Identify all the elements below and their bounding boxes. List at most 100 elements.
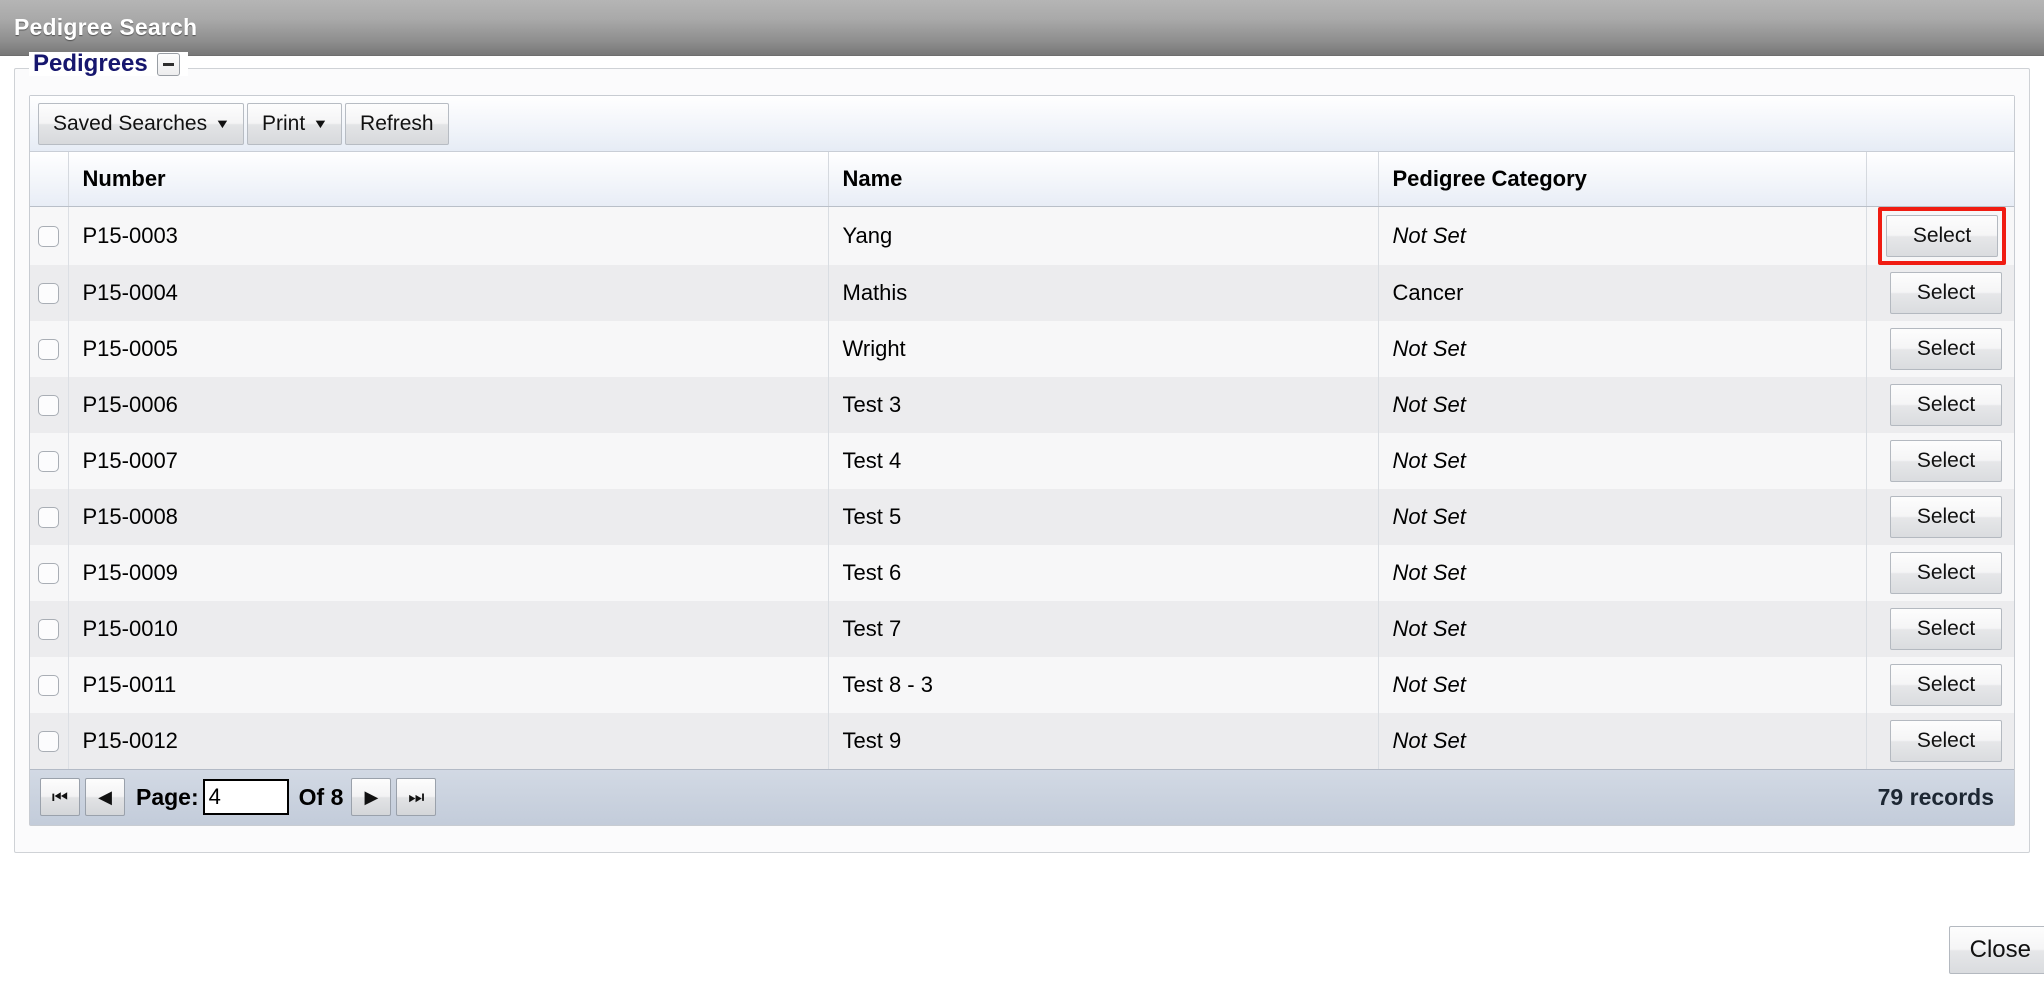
row-checkbox[interactable] [38,731,60,753]
select-button[interactable]: Select [1890,663,2002,706]
column-header-checkbox [30,152,69,207]
table-row[interactable]: P15-0005 Wright Not Set Select [30,320,2014,377]
grid-pager: ⏮ ◀ Page: Of 8 ▶ ⏭ 79 records [30,768,2014,825]
print-label: Print [261,111,306,135]
cell-pedigree-category: Not Set [1378,544,1867,601]
row-checkbox[interactable] [38,563,60,585]
row-checkbox[interactable] [38,226,60,248]
page-number-input[interactable] [202,779,289,815]
select-button-wrapper: Select [1886,324,2006,374]
cell-pedigree-category: Not Set [1378,600,1867,657]
cell-pedigree-category: Not Set [1378,712,1867,769]
select-button-wrapper: Select [1886,380,2006,430]
row-checkbox[interactable] [38,507,60,529]
row-checkbox-cell [30,376,69,433]
table-row[interactable]: P15-0004 Mathis Cancer Select [30,264,2014,321]
select-button[interactable]: Select [1890,327,2002,370]
pedigrees-legend: Pedigrees [29,52,188,76]
row-checkbox-cell [30,600,69,657]
cell-action: Select [1866,600,2014,657]
cell-name: Yang [828,206,1379,265]
row-checkbox-cell [30,432,69,489]
page-total-label: Of 8 [298,783,344,810]
table-row[interactable]: P15-0007 Test 4 Not Set Select [30,432,2014,489]
pedigrees-fieldset: Pedigrees Saved Searches ▼ Print ▼ Refre… [14,52,2030,853]
panel-container: Pedigrees Saved Searches ▼ Print ▼ Refre… [0,52,2044,853]
cell-number: P15-0008 [68,488,829,545]
chevron-down-icon: ▼ [312,116,329,131]
column-header-action [1866,152,2014,207]
cell-action: Select [1866,206,2014,265]
cell-action: Select [1866,488,2014,545]
select-button-wrapper: Select [1886,492,2006,542]
saved-searches-button[interactable]: Saved Searches ▼ [38,102,244,145]
row-checkbox-cell [30,488,69,545]
cell-action: Select [1866,264,2014,321]
dialog-footer: Close [0,926,2044,974]
saved-searches-label: Saved Searches [53,111,208,135]
row-checkbox-cell [30,544,69,601]
table-row[interactable]: P15-0010 Test 7 Not Set Select [30,600,2014,657]
cell-name: Mathis [828,264,1379,321]
table-row[interactable]: P15-0003 Yang Not Set Select [30,206,2014,265]
select-button-wrapper: Select [1886,436,2006,486]
row-checkbox[interactable] [38,339,60,361]
cell-pedigree-category: Not Set [1378,206,1867,265]
minus-icon[interactable] [156,52,180,76]
column-header-name[interactable]: Name [828,152,1379,207]
cell-action: Select [1866,320,2014,377]
select-button-wrapper: Select [1886,604,2006,654]
refresh-label: Refresh [360,111,434,135]
select-button[interactable]: Select [1890,719,2002,762]
row-checkbox-cell [30,206,69,265]
select-button[interactable]: Select [1890,495,2002,538]
cell-number: P15-0005 [68,320,829,377]
window-title: Pedigree Search [14,14,198,40]
first-page-icon[interactable]: ⏮ [40,778,80,816]
close-button[interactable]: Close [1948,926,2044,974]
cell-pedigree-category: Not Set [1378,320,1867,377]
select-button[interactable]: Select [1890,439,2002,482]
last-page-icon[interactable]: ⏭ [396,778,437,816]
column-header-pedigree-category[interactable]: Pedigree Category [1378,152,1867,207]
cell-number: P15-0009 [68,544,829,601]
select-button[interactable]: Select [1886,214,1998,257]
cell-action: Select [1866,656,2014,713]
cell-pedigree-category: Not Set [1378,488,1867,545]
cell-name: Test 4 [828,432,1379,489]
table-row[interactable]: P15-0011 Test 8 - 3 Not Set Select [30,656,2014,713]
row-checkbox[interactable] [38,283,60,305]
table-row[interactable]: P15-0008 Test 5 Not Set Select [30,488,2014,545]
table-row[interactable]: P15-0009 Test 6 Not Set Select [30,544,2014,601]
pedigrees-grid: Saved Searches ▼ Print ▼ Refresh Number [29,95,2015,826]
select-button-wrapper: Select [1886,268,2006,318]
select-button[interactable]: Select [1890,383,2002,426]
refresh-button[interactable]: Refresh [345,102,449,145]
column-header-number[interactable]: Number [68,152,829,207]
record-count-label: 79 records [1877,783,1994,810]
select-button[interactable]: Select [1890,551,2002,594]
cell-pedigree-category: Cancer [1378,264,1867,321]
next-page-icon[interactable]: ▶ [351,778,392,816]
table-header: Number Name Pedigree Category [30,152,2014,207]
cell-number: P15-0007 [68,432,829,489]
select-button-highlight: Select [1878,206,2006,265]
row-checkbox[interactable] [38,619,60,641]
row-checkbox-cell [30,320,69,377]
table-row[interactable]: P15-0006 Test 3 Not Set Select [30,376,2014,433]
print-button[interactable]: Print ▼ [246,102,343,145]
row-checkbox[interactable] [38,451,60,473]
select-button[interactable]: Select [1890,271,2002,314]
row-checkbox[interactable] [38,675,60,697]
cell-pedigree-category: Not Set [1378,432,1867,489]
cell-pedigree-category: Not Set [1378,656,1867,713]
previous-page-icon[interactable]: ◀ [85,778,125,816]
select-button-wrapper: Select [1886,548,2006,598]
row-checkbox[interactable] [38,395,60,417]
cell-name: Test 6 [828,544,1379,601]
select-button[interactable]: Select [1890,607,2002,650]
cell-number: P15-0012 [68,712,829,769]
cell-name: Test 9 [828,712,1379,769]
cell-action: Select [1866,432,2014,489]
table-row[interactable]: P15-0012 Test 9 Not Set Select [30,712,2014,769]
